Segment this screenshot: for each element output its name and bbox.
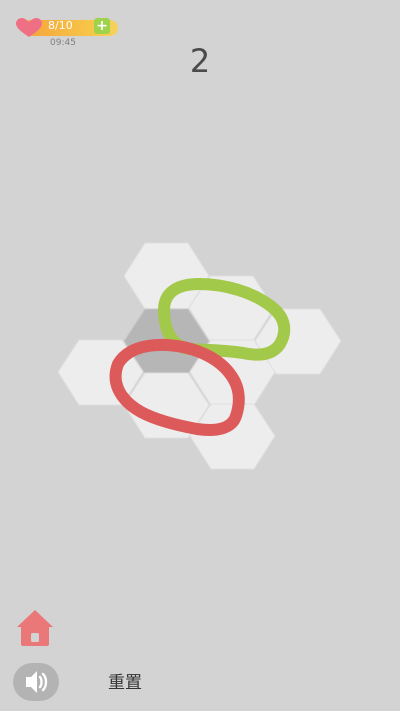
speaker-icon [26, 671, 48, 693]
sound-toggle-button[interactable] [13, 663, 59, 701]
puzzle-board [57, 242, 342, 470]
home-button[interactable] [14, 608, 56, 648]
reset-button[interactable]: 重置 [108, 668, 142, 693]
